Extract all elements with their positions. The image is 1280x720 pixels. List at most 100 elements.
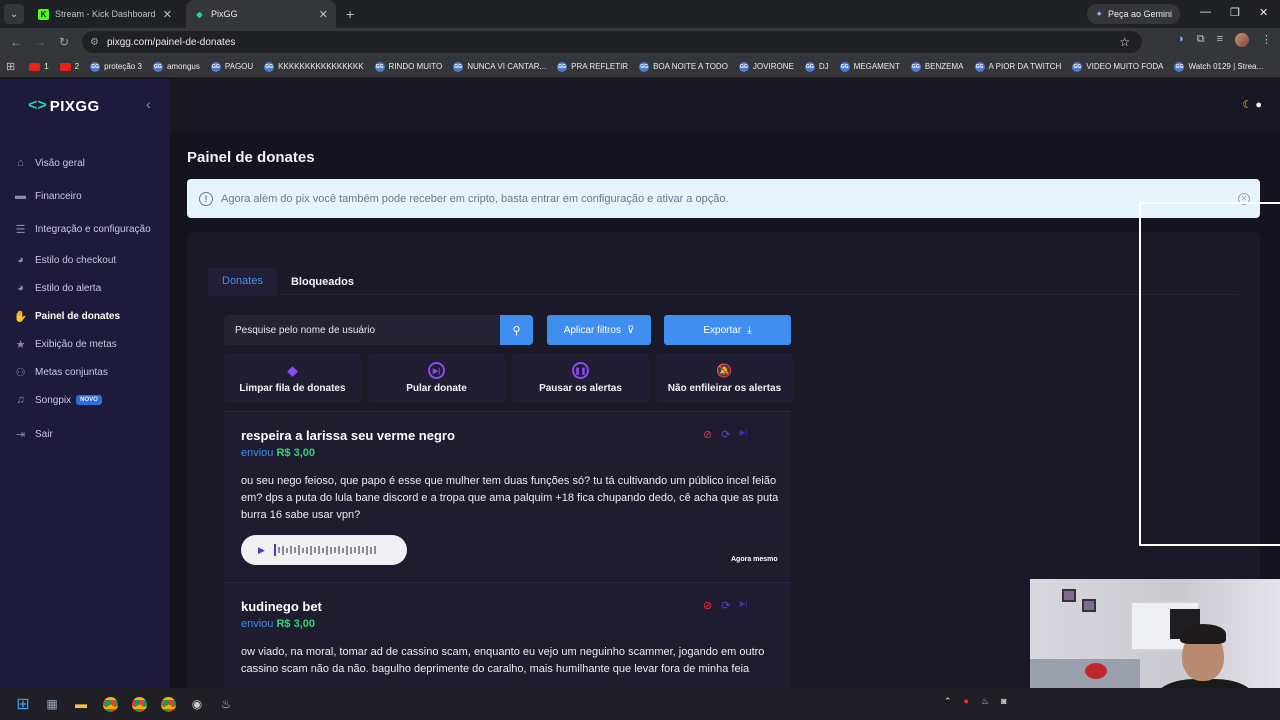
bookmark-label: PRA REFLETIR [571, 62, 629, 71]
audio-player[interactable]: ▶ [241, 535, 407, 565]
users-icon: ⚇ [15, 366, 26, 379]
pause-alerts-button[interactable]: ❚❚ Pausar os alertas [512, 353, 649, 403]
tray-app-icon[interactable]: ● [964, 696, 969, 707]
replay-icon[interactable]: ⟳ [721, 428, 730, 441]
globe-icon: GG [557, 61, 568, 72]
bookmark-item[interactable]: GG proteção 3 [90, 61, 142, 72]
bookmark-item[interactable]: GG KKKKKKKKKKKKKKKK [264, 61, 364, 72]
forward-icon[interactable]: → [28, 35, 52, 49]
export-button[interactable]: Exportar ⤓ [664, 315, 791, 345]
tab-close-icon[interactable]: ✕ [163, 8, 172, 21]
extension-icon[interactable]: ◗ [1178, 33, 1185, 47]
taskbar: ⊞ ▦ ▬ ◉ ♨ ⌃ ● ♨ ◙ [0, 688, 1280, 720]
sidebar-item-songpix[interactable]: ♫ Songpix NOVO [14, 386, 164, 414]
bookmark-item[interactable]: GG BENZEMA [910, 61, 964, 72]
sidebar-item-estilo-checkout[interactable]: ◕ Estilo do checkout [14, 246, 164, 274]
clear-queue-button[interactable]: ◆ Limpar fila de donates [224, 353, 361, 403]
tab-donates[interactable]: Donates [208, 268, 277, 296]
bookmark-item[interactable]: GG BOA NOITE A TODO [639, 61, 728, 72]
bookmark-item[interactable]: 1 [29, 62, 49, 71]
sidebar-item-estilo-alerta[interactable]: ◕ Estilo do alerta [14, 274, 164, 302]
obs-icon[interactable]: ◉ [186, 693, 208, 715]
sidebar-item-financeiro[interactable]: ▬ Financeiro [14, 182, 164, 210]
apply-filters-button[interactable]: Aplicar filtros ⊽ [547, 315, 651, 345]
browser-tab-pixgg[interactable]: ◆ PixGG ✕ [186, 0, 336, 28]
replay-icon[interactable]: ⟳ [721, 599, 730, 612]
settings-doc-icon: ☰ [15, 223, 26, 236]
media-icon[interactable]: ≡ [1217, 33, 1223, 47]
chrome-icon[interactable] [157, 693, 179, 715]
donate-message: ou seu nego feioso, que papo é esse que … [241, 475, 779, 521]
eraser-icon: ◆ [287, 362, 298, 378]
puzzle-icon[interactable]: ⧉ [1197, 33, 1205, 47]
block-icon[interactable]: ⊘ [703, 599, 712, 612]
windows-start-icon[interactable]: ⊞ [12, 693, 34, 715]
sidebar-item-label: Estilo do alerta [35, 282, 102, 294]
bookmark-item[interactable]: GG JOVIRONE [738, 61, 794, 72]
donor-name: respeira a larissa seu verme negro [241, 428, 455, 443]
bookmark-item[interactable]: GG VIDEO MUITO FODA [1072, 61, 1163, 72]
bookmark-item[interactable]: GG amongus [152, 61, 200, 72]
apps-grid-icon[interactable]: ⊞ [6, 60, 15, 73]
tab-bloqueados[interactable]: Bloqueados [277, 268, 368, 296]
browser-tab-kick[interactable]: K Stream - Kick Dashboard ✕ [30, 0, 180, 28]
tab-search-icon[interactable]: ⌄ [4, 4, 24, 24]
no-queue-alerts-button[interactable]: 🔕 Não enfileirar os alertas [656, 353, 793, 403]
bookmark-label: NUNCA VI CANTAR... [467, 62, 547, 71]
palette-icon: ◕ [17, 254, 24, 266]
chrome-icon[interactable] [128, 693, 150, 715]
bookmark-star-icon[interactable]: ☆ [1119, 35, 1130, 49]
close-window-icon[interactable]: ✕ [1259, 6, 1268, 19]
audio-waveform[interactable] [273, 544, 376, 556]
bookmark-item[interactable]: GG Watch 0129 | Strea... [1174, 61, 1263, 72]
skip-donate-icon[interactable]: ▶| [739, 599, 747, 612]
bookmark-item[interactable]: 2 [59, 62, 79, 71]
reload-icon[interactable]: ↻ [52, 35, 76, 49]
search-button[interactable]: ⚲ [500, 315, 533, 345]
tray-discord-icon[interactable]: ◙ [1001, 696, 1006, 707]
search-input[interactable]: Pesquise pelo nome de usuário [224, 315, 534, 345]
bookmark-item[interactable]: GG RINDO MUITO [374, 61, 442, 72]
skip-donate-icon[interactable]: ▶| [739, 428, 747, 441]
bookmark-item[interactable]: GG PRA REFLETIR [557, 61, 629, 72]
chrome-icon[interactable] [99, 693, 121, 715]
menu-icon[interactable]: ⋮ [1261, 33, 1272, 47]
block-icon[interactable]: ⊘ [703, 428, 712, 441]
sidebar-item-exibicao-metas[interactable]: ★ Exibição de metas [14, 330, 164, 358]
skip-donate-button[interactable]: ▶| Pular donate [368, 353, 505, 403]
maximize-icon[interactable]: ❐ [1230, 6, 1240, 19]
gemini-button[interactable]: ✦ Peça ao Gemini [1087, 4, 1180, 24]
minimize-icon[interactable]: — [1200, 6, 1211, 18]
sent-label: enviou [241, 618, 274, 630]
steam-icon[interactable]: ♨ [215, 693, 237, 715]
tray-chevron-icon[interactable]: ⌃ [944, 696, 952, 707]
sidebar-item-visao-geral[interactable]: ⌂ Visão geral [14, 149, 164, 177]
site-info-icon[interactable]: ⚙ [90, 37, 99, 48]
bookmark-item[interactable]: GG PAGOU [210, 61, 253, 72]
url-bar[interactable]: ⚙ pixgg.com/painel-de-donates ☆ [82, 31, 1142, 53]
back-icon[interactable]: ← [4, 35, 28, 49]
donor-name: kudinego bet [241, 599, 322, 614]
pixgg-logo-icon: <> [28, 97, 47, 114]
profile-avatar[interactable] [1235, 33, 1249, 47]
sidebar-item-metas-conjuntas[interactable]: ⚇ Metas conjuntas [14, 358, 164, 386]
theme-toggle[interactable]: ☾ ● [1242, 98, 1262, 112]
sidebar-item-painel-donates[interactable]: ✋ Painel de donates [14, 302, 164, 330]
collapse-sidebar-icon[interactable]: ‹ [146, 96, 151, 112]
bookmark-item[interactable]: GG DJ [804, 61, 829, 72]
pixgg-logo[interactable]: <> PIXGG [28, 97, 100, 115]
calculator-icon[interactable]: ▦ [41, 693, 63, 715]
address-toolbar: ← → ↻ ⚙ pixgg.com/painel-de-donates ☆ ◗ … [0, 28, 1280, 56]
bell-off-icon: 🔕 [716, 362, 733, 378]
sidebar-item-sair[interactable]: ⇥ Sair [14, 420, 164, 448]
bookmark-item[interactable]: GG A PIOR DA TWITCH [974, 61, 1061, 72]
file-explorer-icon[interactable]: ▬ [70, 693, 92, 715]
play-icon[interactable]: ▶ [258, 545, 265, 556]
bookmark-item[interactable]: GG MEGAMENT [839, 61, 900, 72]
sidebar-item-integracao[interactable]: ☰ Integração e configuração [14, 215, 164, 243]
tray-steam-icon[interactable]: ♨ [981, 696, 989, 707]
bookmark-label: DJ [818, 62, 829, 71]
bookmark-item[interactable]: GG NUNCA VI CANTAR... [453, 61, 547, 72]
new-tab-icon[interactable]: + [346, 6, 354, 22]
tab-close-icon[interactable]: ✕ [319, 8, 328, 21]
